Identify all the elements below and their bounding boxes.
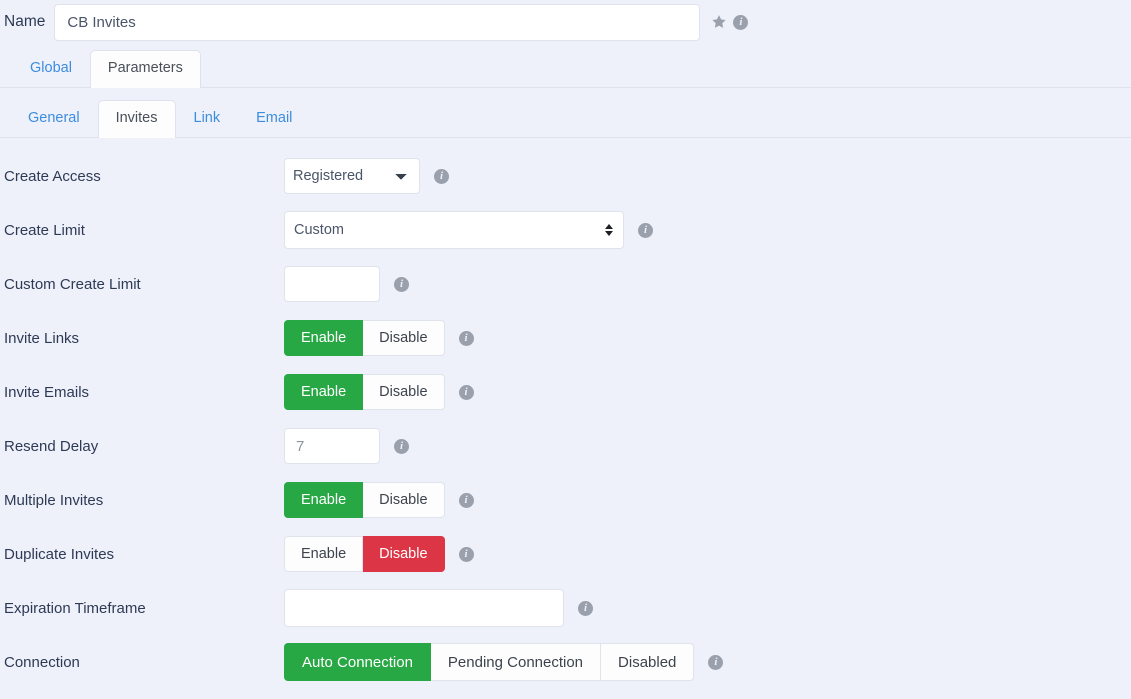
control-custom-create-limit: i: [284, 266, 409, 302]
info-icon[interactable]: i: [394, 438, 409, 454]
duplicate-invites-enable-button[interactable]: Enable: [284, 536, 364, 572]
invite-emails-disable-button[interactable]: Disable: [363, 374, 445, 410]
info-icon[interactable]: i: [733, 14, 749, 30]
label-invite-links: Invite Links: [4, 329, 80, 347]
info-icon[interactable]: i: [434, 168, 449, 184]
label-create-access: Create Access: [4, 167, 101, 185]
name-input[interactable]: [54, 3, 701, 41]
invites-parameters-form: Create Access Registered i Create Limit …: [0, 138, 1131, 689]
create-limit-select[interactable]: Custom: [284, 211, 624, 249]
invite-emails-enable-button[interactable]: Enable: [284, 374, 364, 410]
tab-invites[interactable]: Invites: [97, 99, 176, 138]
form-row-resend-delay: Resend Delay i: [0, 419, 1131, 473]
label-connection: Connection: [4, 653, 80, 671]
create-limit-select-wrap: Custom: [284, 211, 624, 249]
control-create-access: Registered i: [284, 158, 449, 194]
form-row-connection: Connection Auto Connection Pending Conne…: [0, 635, 1131, 689]
tab-link[interactable]: Link: [176, 100, 239, 137]
label-resend-delay: Resend Delay: [4, 437, 99, 455]
control-invite-emails: Enable Disable i: [284, 374, 474, 410]
invite-emails-toggle: Enable Disable: [284, 374, 445, 410]
name-row: Name i: [0, 0, 1131, 44]
tab-global[interactable]: Global: [12, 50, 90, 87]
form-row-duplicate-invites: Duplicate Invites Enable Disable i: [0, 527, 1131, 581]
info-icon[interactable]: i: [394, 276, 409, 292]
tab-general[interactable]: General: [10, 100, 98, 137]
control-invite-links: Enable Disable i: [284, 320, 474, 356]
multiple-invites-disable-button[interactable]: Disable: [363, 482, 445, 518]
form-row-multiple-invites: Multiple Invites Enable Disable i: [0, 473, 1131, 527]
connection-pending-button[interactable]: Pending Connection: [430, 643, 602, 681]
info-icon[interactable]: i: [638, 222, 653, 238]
control-connection: Auto Connection Pending Connection Disab…: [284, 643, 724, 681]
connection-disabled-button[interactable]: Disabled: [601, 643, 695, 681]
form-row-create-limit: Create Limit Custom i: [0, 203, 1131, 257]
secondary-tabbar: General Invites Link Email: [0, 88, 1131, 138]
custom-create-limit-input[interactable]: [284, 266, 380, 302]
control-resend-delay: i: [284, 428, 409, 464]
form-row-invite-emails: Invite Emails Enable Disable i: [0, 365, 1131, 419]
connection-auto-button[interactable]: Auto Connection: [284, 643, 431, 681]
label-expiration-timeframe: Expiration Timeframe: [4, 599, 146, 617]
control-duplicate-invites: Enable Disable i: [284, 536, 474, 572]
invite-links-disable-button[interactable]: Disable: [363, 320, 445, 356]
duplicate-invites-disable-button[interactable]: Disable: [363, 536, 445, 572]
tab-email[interactable]: Email: [238, 100, 310, 137]
info-icon[interactable]: i: [458, 330, 474, 346]
primary-tabbar: Global Parameters: [0, 44, 1131, 88]
invite-links-enable-button[interactable]: Enable: [284, 320, 364, 356]
label-multiple-invites: Multiple Invites: [4, 491, 104, 509]
multiple-invites-toggle: Enable Disable: [284, 482, 445, 518]
control-create-limit: Custom i: [284, 211, 653, 249]
duplicate-invites-toggle: Enable Disable: [284, 536, 445, 572]
multiple-invites-enable-button[interactable]: Enable: [284, 482, 364, 518]
tab-parameters[interactable]: Parameters: [89, 49, 201, 88]
label-custom-create-limit: Custom Create Limit: [4, 275, 141, 293]
form-row-create-access: Create Access Registered i: [0, 149, 1131, 203]
create-access-select[interactable]: Registered: [284, 158, 420, 194]
label-invite-emails: Invite Emails: [4, 383, 90, 401]
form-row-custom-create-limit: Custom Create Limit i: [0, 257, 1131, 311]
label-create-limit: Create Limit: [4, 221, 85, 239]
label-duplicate-invites: Duplicate Invites: [4, 545, 115, 563]
info-icon[interactable]: i: [708, 654, 724, 670]
form-row-expiration-timeframe: Expiration Timeframe i: [0, 581, 1131, 635]
control-multiple-invites: Enable Disable i: [284, 482, 474, 518]
star-icon[interactable]: [711, 14, 727, 30]
resend-delay-input[interactable]: [284, 428, 380, 464]
invite-links-toggle: Enable Disable: [284, 320, 445, 356]
info-icon[interactable]: i: [458, 546, 474, 562]
name-label: Name: [4, 13, 46, 30]
info-icon[interactable]: i: [578, 600, 593, 616]
name-row-icons: i: [711, 14, 749, 30]
expiration-timeframe-input[interactable]: [284, 589, 564, 627]
info-icon[interactable]: i: [458, 384, 474, 400]
control-expiration-timeframe: i: [284, 589, 593, 627]
connection-toggle: Auto Connection Pending Connection Disab…: [284, 643, 695, 681]
form-row-invite-links: Invite Links Enable Disable i: [0, 311, 1131, 365]
info-icon[interactable]: i: [458, 492, 474, 508]
